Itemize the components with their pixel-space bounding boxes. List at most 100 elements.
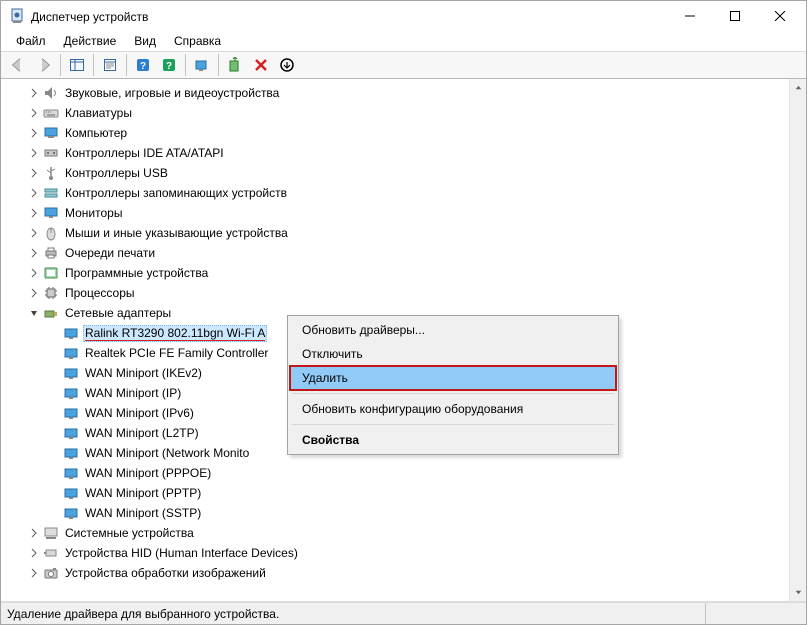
menubar: Файл Действие Вид Справка <box>1 31 806 51</box>
network-adapter-icon <box>63 505 79 521</box>
menu-file[interactable]: Файл <box>7 32 55 50</box>
software-device-icon <box>43 265 59 281</box>
window-controls <box>667 2 802 30</box>
help-button[interactable]: ? <box>131 53 155 77</box>
statusbar: Удаление драйвера для выбранного устройс… <box>1 602 806 624</box>
expand-icon[interactable] <box>27 166 41 180</box>
enable-device-button[interactable] <box>223 53 247 77</box>
tree-item[interactable]: Компьютер <box>27 123 789 143</box>
update-drivers-button[interactable]: ? <box>157 53 181 77</box>
menu-view[interactable]: Вид <box>125 32 165 50</box>
context-delete[interactable]: Удалить <box>289 365 617 391</box>
imaging-icon <box>43 565 59 581</box>
tree-label: Устройства HID (Human Interface Devices) <box>63 545 300 561</box>
expand-icon[interactable] <box>27 126 41 140</box>
svg-text:?: ? <box>166 61 172 72</box>
forward-button[interactable] <box>32 53 56 77</box>
tree-label: Системные устройства <box>63 525 196 541</box>
tree-item[interactable]: Очереди печати <box>27 243 789 263</box>
expand-icon[interactable] <box>27 286 41 300</box>
tree-label: Компьютер <box>63 125 129 141</box>
tree-label: Мониторы <box>63 205 124 221</box>
expand-icon[interactable] <box>27 266 41 280</box>
back-button[interactable] <box>6 53 30 77</box>
tree-item[interactable]: Процессоры <box>27 283 789 303</box>
toolbar-sep <box>93 54 94 76</box>
expand-icon[interactable] <box>27 106 41 120</box>
monitor-icon <box>43 205 59 221</box>
context-separator <box>292 424 614 425</box>
tree-label: Сетевые адаптеры <box>63 305 173 321</box>
menu-help[interactable]: Справка <box>165 32 230 50</box>
system-device-icon <box>43 525 59 541</box>
computer-icon <box>43 125 59 141</box>
expand-icon[interactable] <box>27 526 41 540</box>
vertical-scrollbar[interactable] <box>789 79 806 601</box>
maximize-button[interactable] <box>712 2 757 30</box>
network-adapter-icon <box>43 305 59 321</box>
audio-icon <box>43 85 59 101</box>
show-hide-tree-button[interactable] <box>65 53 89 77</box>
tree-item[interactable]: Контроллеры IDE ATA/ATAPI <box>27 143 789 163</box>
context-disable[interactable]: Отключить <box>290 342 616 366</box>
expand-icon[interactable] <box>27 86 41 100</box>
tree-label: Мыши и иные указывающие устройства <box>63 225 290 241</box>
tree-label: WAN Miniport (IPv6) <box>83 405 196 421</box>
tree-item[interactable]: Мыши и иные указывающие устройства <box>27 223 789 243</box>
tree-item[interactable]: Клавиатуры <box>27 103 789 123</box>
expand-icon[interactable] <box>27 566 41 580</box>
device-tree[interactable]: Звуковые, игровые и видеоустройства Клав… <box>1 79 789 601</box>
context-scan-hardware[interactable]: Обновить конфигурацию оборудования <box>290 397 616 421</box>
expand-icon[interactable] <box>27 246 41 260</box>
properties-button[interactable] <box>98 53 122 77</box>
network-adapter-icon <box>63 485 79 501</box>
network-adapter-icon <box>63 325 79 341</box>
context-properties[interactable]: Свойства <box>290 428 616 452</box>
scroll-up-button[interactable] <box>790 79 806 96</box>
tree-item[interactable]: Мониторы <box>27 203 789 223</box>
collapse-icon[interactable] <box>27 306 41 320</box>
tree-label: Ralink RT3290 802.11bgn Wi-Fi A <box>83 325 267 342</box>
tree-item[interactable]: Контроллеры USB <box>27 163 789 183</box>
menu-action[interactable]: Действие <box>55 32 126 50</box>
tree-item[interactable]: Контроллеры запоминающих устройств <box>27 183 789 203</box>
tree-label: WAN Miniport (L2TP) <box>83 425 201 441</box>
toolbar-sep <box>60 54 61 76</box>
tree-item[interactable]: Устройства HID (Human Interface Devices) <box>27 543 789 563</box>
tree-label: WAN Miniport (PPPOE) <box>83 465 213 481</box>
toolbar-sep <box>126 54 127 76</box>
usb-icon <box>43 165 59 181</box>
ide-icon <box>43 145 59 161</box>
tree-item[interactable]: Звуковые, игровые и видеоустройства <box>27 83 789 103</box>
tree-item[interactable]: WAN Miniport (PPTP) <box>47 483 789 503</box>
uninstall-device-button[interactable] <box>249 53 273 77</box>
expand-icon[interactable] <box>27 146 41 160</box>
hid-icon <box>43 545 59 561</box>
context-update-drivers[interactable]: Обновить драйверы... <box>290 318 616 342</box>
tree-item[interactable]: Программные устройства <box>27 263 789 283</box>
tree-item[interactable]: WAN Miniport (PPPOE) <box>47 463 789 483</box>
close-button[interactable] <box>757 2 802 30</box>
expand-icon[interactable] <box>27 226 41 240</box>
tree-item[interactable]: Системные устройства <box>27 523 789 543</box>
minimize-button[interactable] <box>667 2 712 30</box>
expand-icon[interactable] <box>27 186 41 200</box>
tree-item[interactable]: WAN Miniport (SSTP) <box>47 503 789 523</box>
tree-label: Устройства обработки изображений <box>63 565 268 581</box>
tree-label: WAN Miniport (IKEv2) <box>83 365 204 381</box>
scroll-down-button[interactable] <box>790 584 806 601</box>
titlebar: Диспетчер устройств <box>1 1 806 31</box>
tree-label: Контроллеры запоминающих устройств <box>63 185 289 201</box>
tree-label: WAN Miniport (IP) <box>83 385 183 401</box>
disable-device-button[interactable] <box>275 53 299 77</box>
scan-hw-button[interactable] <box>190 53 214 77</box>
tree-item[interactable]: Устройства обработки изображений <box>27 563 789 583</box>
expand-icon[interactable] <box>27 546 41 560</box>
expand-icon[interactable] <box>27 206 41 220</box>
network-adapter-icon <box>63 365 79 381</box>
statusbar-separator <box>705 603 706 624</box>
tree-label: Realtek PCIe FE Family Controller <box>83 345 270 361</box>
client-area: Звуковые, игровые и видеоустройства Клав… <box>1 79 806 602</box>
mouse-icon <box>43 225 59 241</box>
printer-icon <box>43 245 59 261</box>
